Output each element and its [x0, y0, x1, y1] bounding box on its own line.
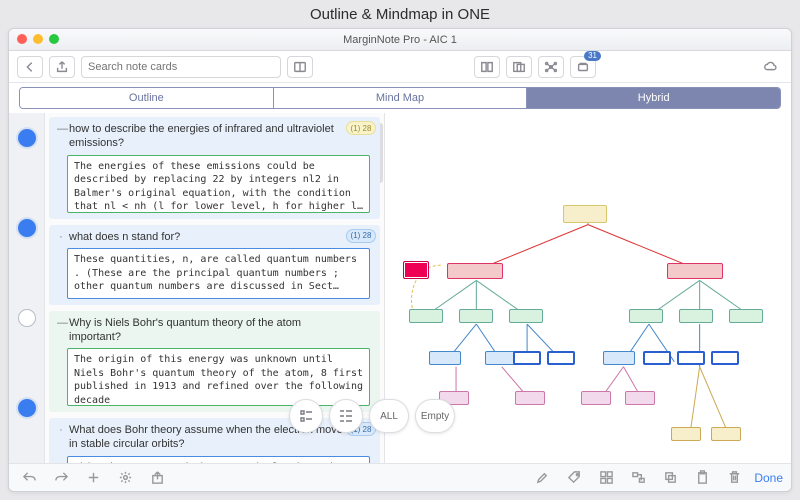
- map-node[interactable]: [625, 391, 655, 405]
- map-node[interactable]: [547, 351, 575, 365]
- add-button[interactable]: [81, 468, 105, 488]
- map-node[interactable]: [711, 351, 739, 365]
- share-button[interactable]: [49, 56, 75, 78]
- map-node[interactable]: [581, 391, 611, 405]
- book-icon: [480, 60, 494, 74]
- card-title: what does n stand for?: [69, 231, 180, 245]
- chevron-left-icon: [23, 60, 37, 74]
- tab-outline[interactable]: Outline: [20, 88, 274, 108]
- tab-mindmap[interactable]: Mind Map: [274, 88, 528, 108]
- map-node[interactable]: [603, 351, 635, 365]
- map-node[interactable]: [513, 351, 541, 365]
- stack-icon: [576, 60, 590, 74]
- settings-button[interactable]: [113, 468, 137, 488]
- card-excerpt: The energies of these emissions could be…: [67, 155, 370, 213]
- minimize-icon[interactable]: [33, 34, 43, 44]
- outline-card[interactable]: — Why is Niels Bohr's quantum theory of …: [49, 311, 380, 413]
- undo-button[interactable]: [17, 468, 41, 488]
- floating-controls: ALL Empty: [289, 399, 455, 433]
- view-mode-segmented: Outline Mind Map Hybrid: [19, 87, 781, 109]
- back-button[interactable]: [17, 56, 43, 78]
- link-button[interactable]: [626, 468, 650, 488]
- card-view-button[interactable]: [506, 56, 532, 78]
- search-input[interactable]: [81, 56, 281, 78]
- group-button[interactable]: [594, 468, 618, 488]
- zoom-icon[interactable]: [49, 34, 59, 44]
- mindmap-icon: [544, 60, 558, 74]
- card-excerpt: These quantities, n, are called quantum …: [67, 248, 370, 299]
- highlight-button[interactable]: [530, 468, 554, 488]
- disclosure-icon[interactable]: ·: [57, 231, 65, 245]
- export-button[interactable]: [145, 468, 169, 488]
- map-node[interactable]: [729, 309, 763, 323]
- cloud-sync-button[interactable]: [757, 56, 783, 78]
- map-node[interactable]: [515, 391, 545, 405]
- map-node[interactable]: [447, 263, 503, 279]
- titlebar: MarginNote Pro - AIC 1: [9, 29, 791, 51]
- select-row-4[interactable]: [18, 399, 36, 417]
- map-node[interactable]: [643, 351, 671, 365]
- close-icon[interactable]: [17, 34, 27, 44]
- map-node[interactable]: [459, 309, 493, 323]
- mindmap-view-button[interactable]: [538, 56, 564, 78]
- disclosure-icon[interactable]: —: [57, 123, 65, 137]
- map-node[interactable]: [429, 351, 461, 365]
- tab-hybrid[interactable]: Hybrid: [527, 88, 780, 108]
- bottom-toolbar: Done: [9, 463, 791, 491]
- float-outline-button[interactable]: [329, 399, 363, 433]
- clipboard-button[interactable]: [690, 468, 714, 488]
- card-excerpt: The origin of this energy was unknown un…: [67, 348, 370, 406]
- duplicate-button[interactable]: [658, 468, 682, 488]
- selection-gutter: [9, 113, 45, 463]
- cloud-icon: [763, 60, 777, 74]
- map-node[interactable]: [509, 309, 543, 323]
- float-list-button[interactable]: [289, 399, 323, 433]
- page-badge: (1) 28: [346, 229, 376, 243]
- columns-button[interactable]: [287, 56, 313, 78]
- map-node[interactable]: [403, 261, 429, 279]
- card-excerpt: This theory assumed that negatively char…: [67, 456, 370, 463]
- book-view-button[interactable]: [474, 56, 500, 78]
- redo-button[interactable]: [49, 468, 73, 488]
- window-title: MarginNote Pro - AIC 1: [343, 34, 457, 46]
- map-node[interactable]: [629, 309, 663, 323]
- outline-card[interactable]: (1) 28 — how to describe the energies of…: [49, 117, 380, 219]
- columns-icon: [293, 60, 307, 74]
- select-row-2[interactable]: [18, 219, 36, 237]
- card-title: how to describe the energies of infrared…: [69, 123, 354, 151]
- map-node[interactable]: [563, 205, 607, 223]
- main-body: (1) 28 — how to describe the energies of…: [9, 113, 791, 463]
- map-node[interactable]: [677, 351, 705, 365]
- page-headline: Outline & Mindmap in ONE: [0, 0, 800, 27]
- window-controls: [17, 34, 59, 44]
- cards-icon: [512, 60, 526, 74]
- map-node[interactable]: [409, 309, 443, 323]
- trash-button[interactable]: [722, 468, 746, 488]
- select-row-1[interactable]: [18, 129, 36, 147]
- app-window: MarginNote Pro - AIC 1 Outline Mind Map …: [8, 28, 792, 492]
- float-empty-button[interactable]: Empty: [415, 399, 455, 433]
- disclosure-icon[interactable]: —: [57, 317, 65, 331]
- page-badge: (1) 28: [346, 121, 376, 135]
- map-node[interactable]: [667, 263, 723, 279]
- share-icon: [55, 60, 69, 74]
- toolbar: [9, 51, 791, 83]
- map-node[interactable]: [711, 427, 741, 441]
- select-row-3[interactable]: [18, 309, 36, 327]
- map-node[interactable]: [679, 309, 713, 323]
- flashcard-stack-button[interactable]: [570, 56, 596, 78]
- map-node[interactable]: [671, 427, 701, 441]
- float-all-button[interactable]: ALL: [369, 399, 409, 433]
- outline-card[interactable]: (1) 28 · what does n stand for? These qu…: [49, 225, 380, 305]
- done-button[interactable]: Done: [754, 471, 783, 485]
- disclosure-icon[interactable]: ·: [57, 424, 65, 438]
- card-title: Why is Niels Bohr's quantum theory of th…: [69, 317, 354, 345]
- tag-button[interactable]: [562, 468, 586, 488]
